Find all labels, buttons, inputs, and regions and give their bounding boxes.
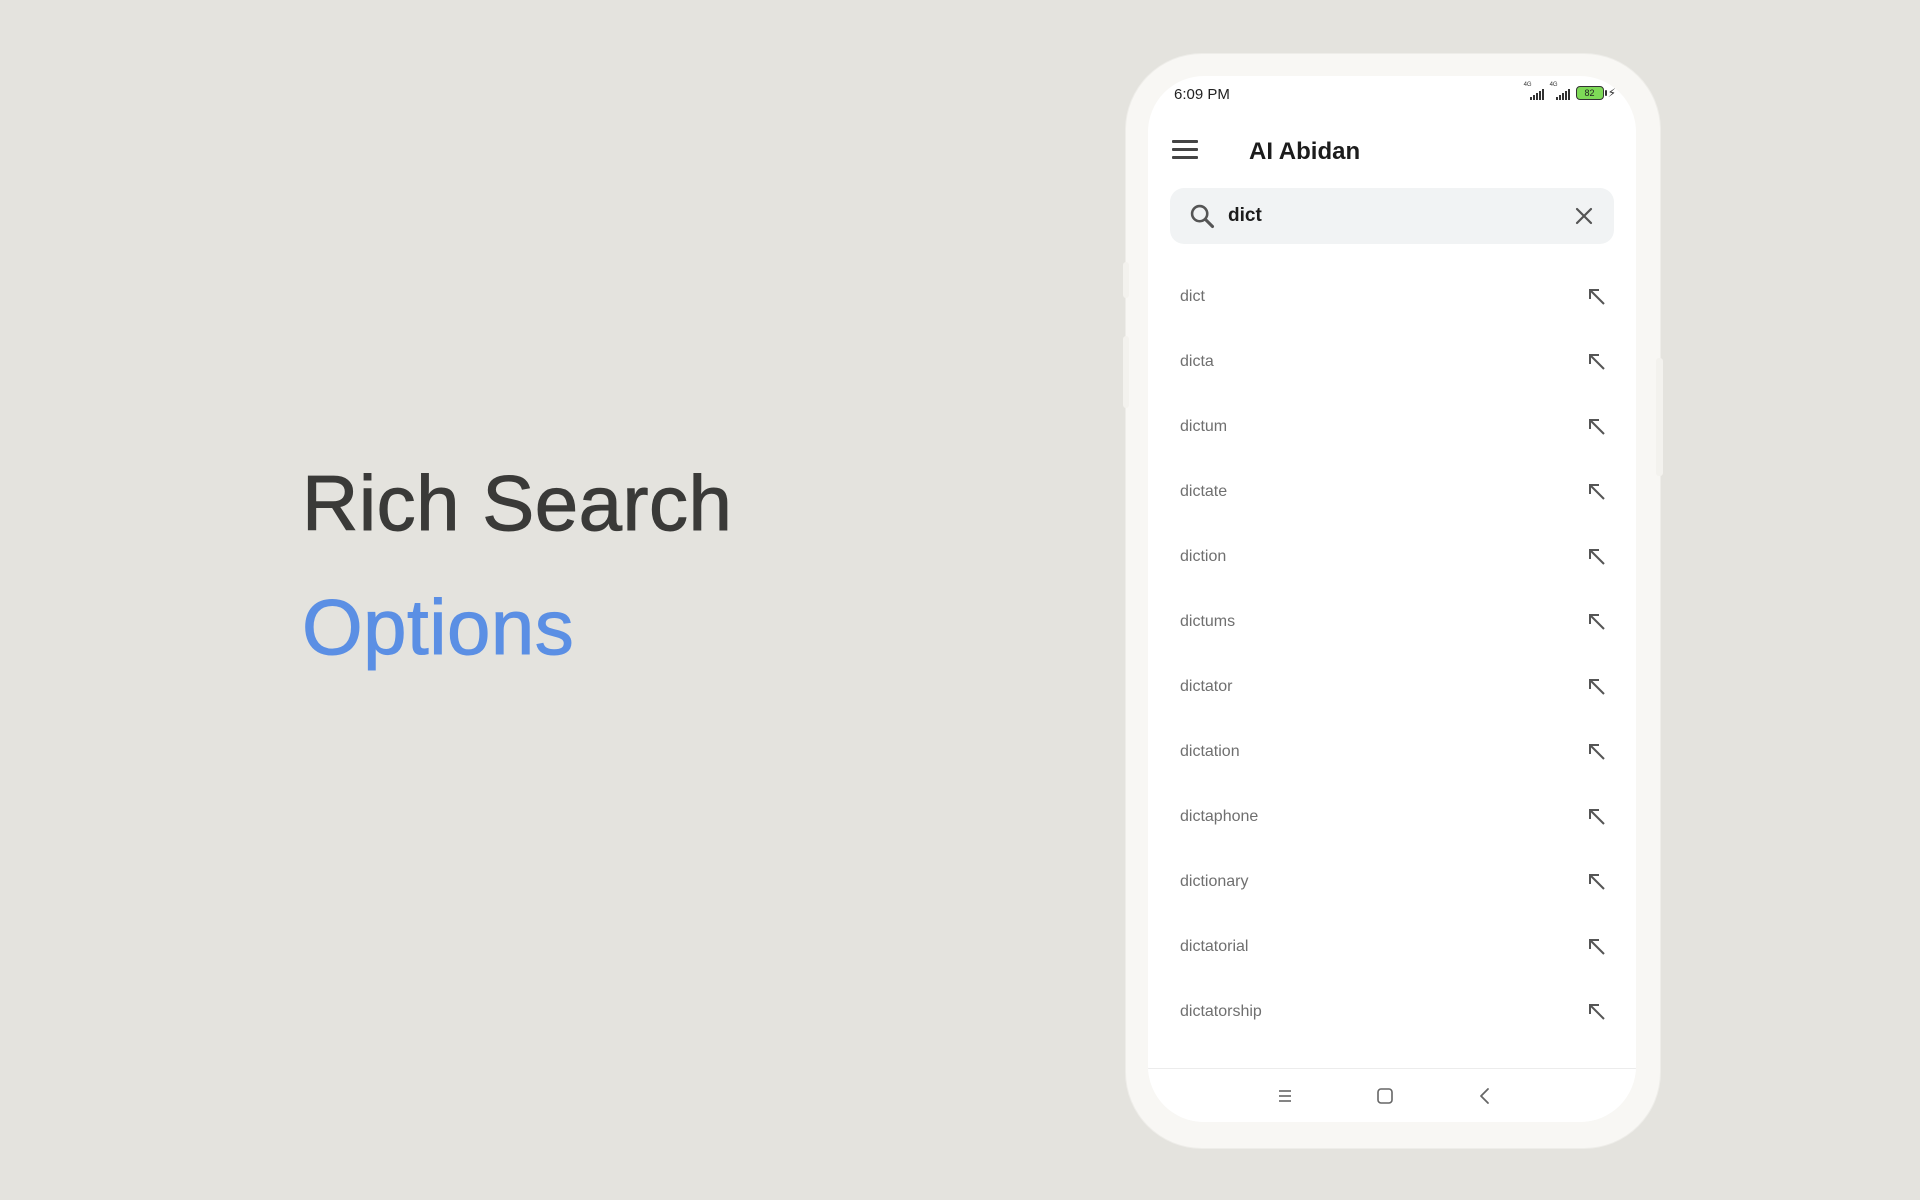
suggestion-label: dictator (1180, 678, 1233, 695)
suggestion-item[interactable]: dictatorship (1148, 981, 1636, 1046)
fill-query-arrow-icon[interactable] (1586, 871, 1608, 893)
suggestion-item[interactable]: dictionaries (1148, 1046, 1636, 1066)
battery-icon: 82 (1575, 86, 1607, 100)
suggestion-item[interactable]: dictaphone (1148, 786, 1636, 851)
signal-icon: 4G (1524, 82, 1546, 100)
suggestion-list: dict dicta dictum dictate diction dictums dict… (1148, 266, 1636, 1066)
signal-icon: 4G (1550, 82, 1572, 100)
signal-label: 4G (1549, 82, 1558, 88)
fill-query-arrow-icon[interactable] (1586, 416, 1608, 438)
recents-icon[interactable] (1272, 1083, 1298, 1109)
phone-side-button (1123, 336, 1129, 408)
status-icons: 4G 4G 82 ⚡ (1524, 82, 1616, 100)
fill-query-arrow-icon[interactable] (1586, 806, 1608, 828)
suggestion-label: dictatorial (1180, 938, 1249, 955)
suggestion-label: diction (1180, 548, 1227, 565)
suggestion-label: dictate (1180, 483, 1228, 500)
suggestion-item[interactable]: dictator (1148, 656, 1636, 721)
status-bar: 6:09 PM 4G 4G 82 ⚡ (1148, 76, 1636, 118)
fill-query-arrow-icon[interactable] (1586, 1001, 1608, 1023)
fill-query-arrow-icon[interactable] (1586, 546, 1608, 568)
hamburger-menu-icon[interactable] (1172, 138, 1200, 160)
promo-title-line-1: Rich Search (301, 459, 733, 547)
suggestion-label: dictaphone (1180, 808, 1259, 825)
back-icon[interactable] (1472, 1083, 1498, 1109)
fill-query-arrow-icon[interactable] (1586, 936, 1608, 958)
search-bar[interactable] (1170, 188, 1614, 244)
suggestion-item[interactable]: dictation (1148, 721, 1636, 786)
suggestion-label: dictionary (1180, 873, 1249, 890)
suggestion-item[interactable]: dicta (1148, 331, 1636, 396)
suggestion-label: dictum (1180, 418, 1228, 435)
fill-query-arrow-icon[interactable] (1586, 351, 1608, 373)
fill-query-arrow-icon[interactable] (1586, 676, 1608, 698)
fill-query-arrow-icon[interactable] (1586, 481, 1608, 503)
app-title: AI Abidan (1249, 138, 1361, 165)
suggestion-item[interactable]: dictum (1148, 396, 1636, 461)
suggestion-item[interactable]: dictate (1148, 461, 1636, 526)
search-icon (1190, 204, 1215, 229)
suggestion-label: dictums (1180, 613, 1236, 630)
suggestion-item[interactable]: dictatorial (1148, 916, 1636, 981)
fill-query-arrow-icon[interactable] (1586, 741, 1608, 763)
fill-query-arrow-icon[interactable] (1586, 286, 1608, 308)
suggestion-item[interactable]: diction (1148, 526, 1636, 591)
suggestion-item[interactable]: dictums (1148, 591, 1636, 656)
suggestion-label: dict (1180, 288, 1205, 305)
close-icon[interactable] (1572, 204, 1596, 228)
suggestion-item[interactable]: dictionary (1148, 851, 1636, 916)
suggestion-item[interactable]: dict (1148, 266, 1636, 331)
suggestion-label: dictatorship (1180, 1003, 1262, 1020)
fill-query-arrow-icon[interactable] (1586, 611, 1608, 633)
charging-icon: ⚡ (1607, 86, 1616, 100)
promo-title-line-2: Options (301, 583, 575, 671)
suggestion-label: dicta (1180, 353, 1214, 370)
phone-side-button (1656, 358, 1663, 476)
app-bar: AI Abidan (1148, 128, 1636, 174)
phone-screen: 6:09 PM 4G 4G 82 ⚡ AI Abidan dict dict d… (1148, 76, 1636, 1122)
status-time: 6:09 PM (1174, 86, 1230, 103)
search-input[interactable] (1228, 202, 1558, 230)
phone-side-button (1123, 262, 1129, 298)
home-icon[interactable] (1372, 1083, 1398, 1109)
signal-label: 4G (1523, 82, 1532, 88)
suggestion-label: dictation (1180, 743, 1240, 760)
system-nav-bar (1148, 1068, 1636, 1122)
